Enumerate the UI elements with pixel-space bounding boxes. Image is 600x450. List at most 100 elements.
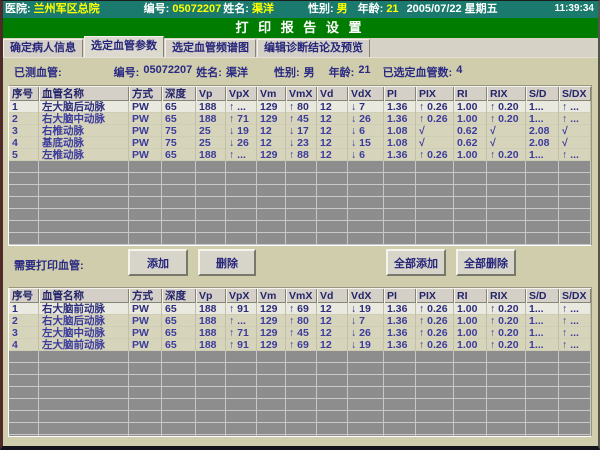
column-header[interactable]: 序号 <box>9 86 39 101</box>
empty-cell <box>129 209 162 221</box>
empty-cell <box>384 209 416 221</box>
empty-cell <box>454 197 487 209</box>
column-header[interactable]: PI <box>384 288 416 303</box>
empty-cell <box>526 399 559 411</box>
column-header[interactable]: VpX <box>226 288 257 303</box>
table-row[interactable]: 1右大脑前动脉PW65188↑ 91129↑ 6912↓ 191.36↑ 0.2… <box>9 303 591 315</box>
column-header[interactable]: 血管名称 <box>39 86 129 101</box>
column-header[interactable]: 方式 <box>129 86 162 101</box>
column-header[interactable]: VmX <box>286 288 317 303</box>
column-header[interactable]: S/DX <box>559 288 591 303</box>
column-header[interactable]: 血管名称 <box>39 288 129 303</box>
tab-vessel-params[interactable]: 选定血管参数 <box>84 36 164 57</box>
empty-cell <box>129 399 162 411</box>
add-all-button[interactable]: 全部添加 <box>386 249 446 276</box>
empty-row <box>9 209 591 221</box>
table-row[interactable]: 5左椎动脉PW65188↑ ...129↑ 8812↓ 61.36↑ 0.261… <box>9 149 591 161</box>
empty-row <box>9 351 591 363</box>
column-header[interactable]: PIX <box>416 86 454 101</box>
column-header[interactable]: S/DX <box>559 86 591 101</box>
column-header[interactable]: PIX <box>416 288 454 303</box>
column-header[interactable]: VdX <box>348 288 384 303</box>
tab-diagnosis-preview[interactable]: 编辑诊断结论及预览 <box>257 39 370 57</box>
table-row[interactable]: 3右椎动脉PW7525↓ 1912↓ 1712↓ 61.08√0.62√2.08… <box>9 125 591 137</box>
column-header[interactable]: RI <box>454 288 487 303</box>
cell: PW <box>129 339 162 351</box>
cell: 188 <box>196 101 226 113</box>
measured-vessels-table[interactable]: 序号血管名称方式深度VpVpXVmVmXVdVdXPIPIXRIRIXS/DS/… <box>8 85 592 246</box>
column-header[interactable]: 序号 <box>9 288 39 303</box>
cell: 65 <box>162 101 196 113</box>
cell: 1.00 <box>454 149 487 161</box>
cell: ↑ 71 <box>226 327 257 339</box>
cell: ↑ 80 <box>286 101 317 113</box>
table-row[interactable]: 2右大脑后动脉PW65188↑ ...129↑ 8012↓ 71.36↑ 0.2… <box>9 315 591 327</box>
cell: 基底动脉 <box>39 137 129 149</box>
column-header[interactable]: 深度 <box>162 86 196 101</box>
print-vessels-table[interactable]: 序号血管名称方式深度VpVpXVmVmXVdVdXPIPIXRIRIXS/DS/… <box>8 287 592 437</box>
tab-vessel-spectrum[interactable]: 选定血管频谱图 <box>165 39 256 57</box>
cell: ↓ 17 <box>286 125 317 137</box>
table-row[interactable]: 4左大脑前动脉PW65188↑ 91129↑ 6912↓ 191.36↑ 0.2… <box>9 339 591 351</box>
cell: 1.36 <box>384 303 416 315</box>
column-header[interactable]: Vm <box>257 288 286 303</box>
column-header[interactable]: Vm <box>257 86 286 101</box>
empty-cell <box>454 245 487 246</box>
empty-cell <box>9 375 39 387</box>
info-id-label: 编号: <box>114 64 140 80</box>
empty-cell <box>487 399 526 411</box>
column-header[interactable]: RIX <box>487 288 526 303</box>
cell: 4 <box>9 137 39 149</box>
column-header[interactable]: Vp <box>196 288 226 303</box>
empty-cell <box>487 423 526 435</box>
empty-cell <box>384 161 416 173</box>
add-button[interactable]: 添加 <box>128 249 188 276</box>
delete-all-button[interactable]: 全部删除 <box>456 249 516 276</box>
empty-cell <box>416 387 454 399</box>
column-header[interactable]: S/D <box>526 86 559 101</box>
empty-cell <box>162 185 196 197</box>
column-header[interactable]: VpX <box>226 86 257 101</box>
column-header[interactable]: Vd <box>317 288 348 303</box>
cell: 3 <box>9 125 39 137</box>
column-header[interactable]: PI <box>384 86 416 101</box>
cell: √ <box>559 137 591 149</box>
cell: 129 <box>257 327 286 339</box>
empty-cell <box>559 185 591 197</box>
column-header[interactable]: Vp <box>196 86 226 101</box>
empty-cell <box>526 209 559 221</box>
table-row[interactable]: 4基底动脉PW7525↓ 2612↓ 2312↓ 151.08√0.62√2.0… <box>9 137 591 149</box>
cell: PW <box>129 327 162 339</box>
table-row[interactable]: 3左大脑中动脉PW65188↑ 71129↑ 4512↓ 261.36↑ 0.2… <box>9 327 591 339</box>
column-header[interactable]: VmX <box>286 86 317 101</box>
empty-cell <box>257 233 286 245</box>
empty-cell <box>286 221 317 233</box>
delete-button[interactable]: 删除 <box>198 249 256 276</box>
print-vessels-label: 需要打印血管: <box>14 257 84 273</box>
empty-cell <box>526 197 559 209</box>
column-header[interactable]: Vd <box>317 86 348 101</box>
empty-cell <box>317 411 348 423</box>
column-header[interactable]: RIX <box>487 86 526 101</box>
tab-patient-info[interactable]: 确定病人信息 <box>3 39 83 57</box>
cell: ↑ 0.26 <box>416 303 454 315</box>
empty-cell <box>348 161 384 173</box>
cell: √ <box>416 137 454 149</box>
column-header[interactable]: S/D <box>526 288 559 303</box>
table-row[interactable]: 2右大脑中动脉PW65188↑ 71129↑ 4512↓ 261.36↑ 0.2… <box>9 113 591 125</box>
column-header[interactable]: VdX <box>348 86 384 101</box>
empty-cell <box>257 399 286 411</box>
empty-cell <box>384 375 416 387</box>
empty-cell <box>129 375 162 387</box>
cell: 1... <box>526 101 559 113</box>
column-header[interactable]: 方式 <box>129 288 162 303</box>
empty-cell <box>39 209 129 221</box>
cell: √ <box>487 125 526 137</box>
empty-cell <box>348 399 384 411</box>
table-header-row: 序号血管名称方式深度VpVpXVmVmXVdVdXPIPIXRIRIXS/DS/… <box>9 86 591 101</box>
column-header[interactable]: RI <box>454 86 487 101</box>
table-row[interactable]: 1左大脑后动脉PW65188↑ ...129↑ 8012↓ 71.36↑ 0.2… <box>9 101 591 113</box>
cell: 12 <box>257 125 286 137</box>
empty-cell <box>286 209 317 221</box>
column-header[interactable]: 深度 <box>162 288 196 303</box>
